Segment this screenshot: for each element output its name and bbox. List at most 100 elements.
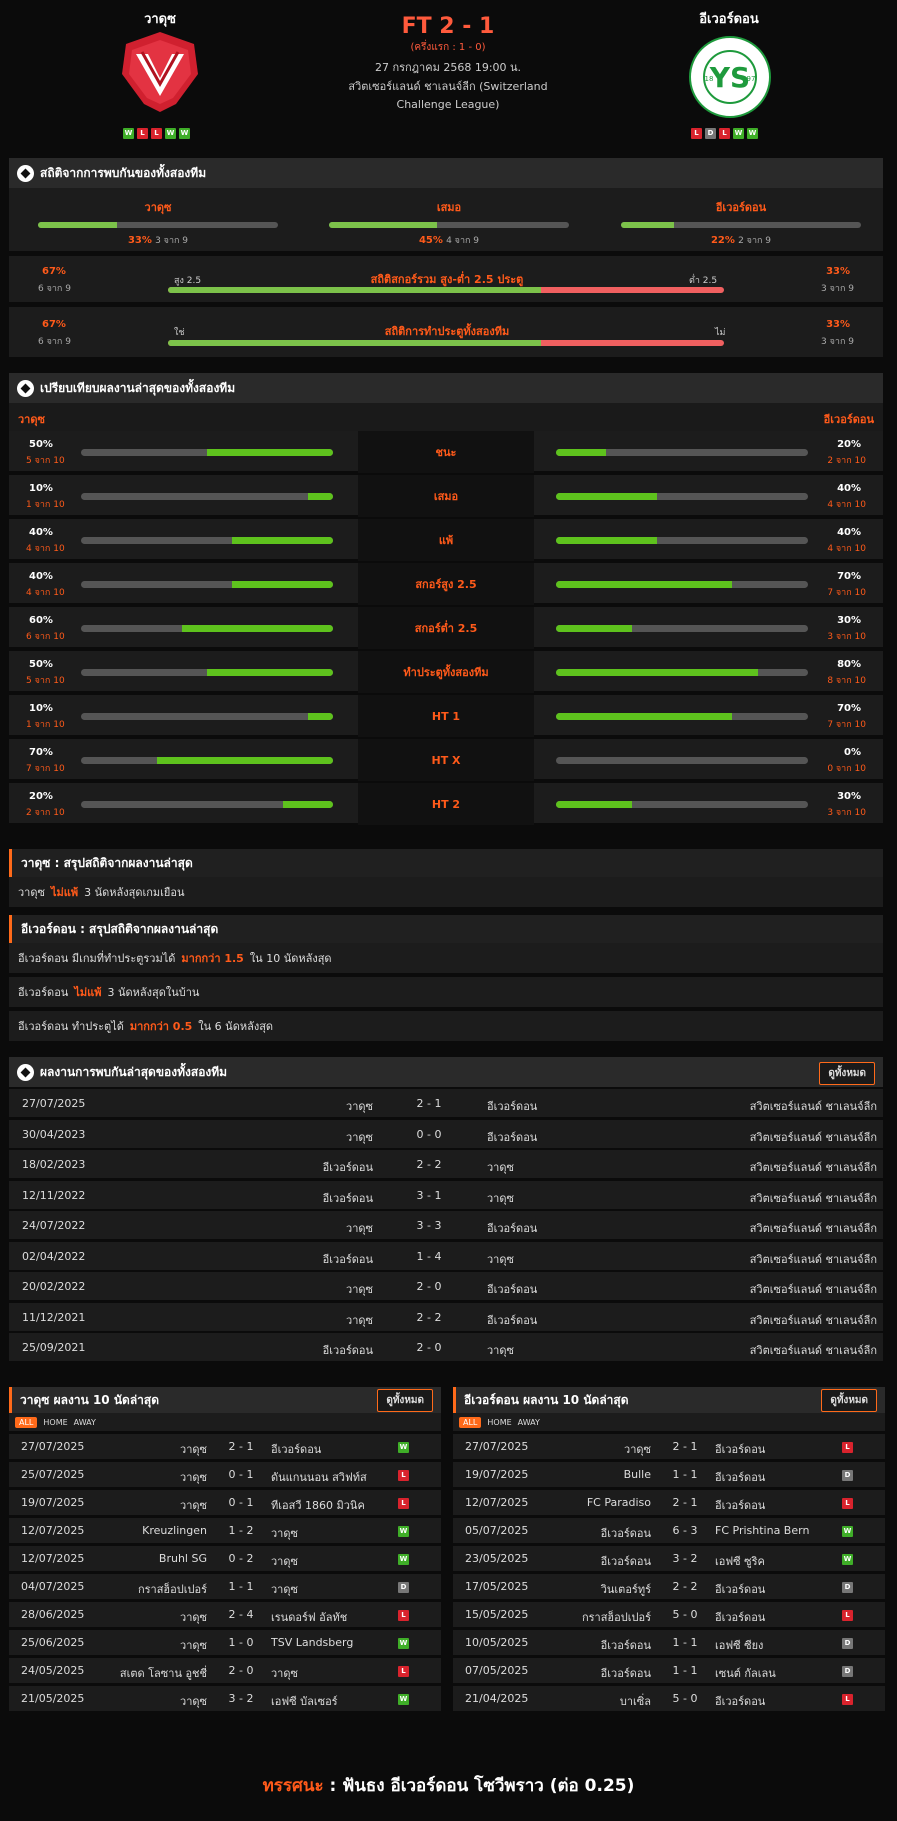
h2h-row[interactable]: 02/04/2022 อีเวอร์ดอน 1 - 4 วาดุซ สวิตเซอร์แ…	[9, 1241, 883, 1270]
result-row[interactable]: 04/07/2025 กราสฮ็อปเปอร์ 1 - 1 วาดุซ D	[9, 1571, 441, 1599]
away-team[interactable]: วาดุซ	[271, 1552, 411, 1570]
result-row[interactable]: 05/07/2025 อีเวอร์ดอน 6 - 3 FC Prishtina Be…	[453, 1515, 885, 1543]
home-team[interactable]: วาดุซ	[109, 1496, 207, 1514]
view-all-button[interactable]: ดูทั้งหมด	[377, 1389, 433, 1412]
h2h-row[interactable]: 24/07/2022 วาดุซ 3 - 3 อีเวอร์ดอน สวิตเซอร์แ…	[9, 1211, 883, 1239]
away-team[interactable]: อีเวอร์ดอน	[715, 1608, 855, 1626]
h2h-row[interactable]: 27/07/2025 วาดุซ 2 - 1 อีเวอร์ดอน สวิตเซอร์แ…	[9, 1089, 883, 1117]
away-team[interactable]: เอฟซี บัลเซอร์	[271, 1692, 411, 1710]
home-summary-line: วาดุซ ไม่แพ้ 3 นัดหลังสุดเกมเยือน	[9, 877, 883, 907]
away-team[interactable]: อีเวอร์ดอน	[271, 1440, 411, 1458]
h2h-row[interactable]: 11/12/2021 วาดุซ 2 - 2 อีเวอร์ดอน สวิตเซอร์แ…	[9, 1302, 883, 1331]
home-team[interactable]: กราสฮ็อปเปอร์	[109, 1580, 207, 1598]
result-row[interactable]: 28/06/2025 วาดุซ 2 - 4 เรนดอร์ฟ อัลทัช L	[9, 1599, 441, 1627]
result-row[interactable]: 10/05/2025 อีเวอร์ดอน 1 - 1 เอฟซี ซียง D	[453, 1627, 885, 1655]
home-team[interactable]: วาดุซ	[553, 1440, 651, 1458]
away-team[interactable]: อีเวอร์ดอน	[715, 1692, 855, 1710]
home-team[interactable]: วาดุซ	[109, 1440, 207, 1458]
league-line-2[interactable]: Challenge League)	[330, 95, 566, 114]
home-team-logo[interactable]	[120, 30, 200, 114]
result-row[interactable]: 21/04/2025 บาเซิ่ล 5 - 0 อีเวอร์ดอน L	[453, 1683, 885, 1711]
home-team[interactable]: วาดุซ	[189, 1097, 373, 1115]
away-team[interactable]: วาดุซ	[271, 1524, 411, 1542]
tab-home[interactable]: HOME	[43, 1418, 67, 1427]
away-team[interactable]: อีเวอร์ดอน	[715, 1440, 855, 1458]
away-team[interactable]: เรนดอร์ฟ อัลทัช	[271, 1608, 411, 1626]
tab-home[interactable]: HOME	[487, 1418, 511, 1427]
home-team[interactable]: วาดุซ	[109, 1636, 207, 1654]
home-team-name[interactable]: วาดุซ	[60, 8, 260, 29]
home-team[interactable]: อีเวอร์ดอน	[189, 1250, 373, 1268]
away-team[interactable]: ดันแกนนอน สวิฟท์ส	[271, 1468, 411, 1486]
away-team[interactable]: เซนต์ กัลเลน	[715, 1664, 855, 1682]
away-team[interactable]: FC Prishtina Bern	[715, 1524, 855, 1537]
result-row[interactable]: 07/05/2025 อีเวอร์ดอน 1 - 1 เซนต์ กัลเลน D	[453, 1655, 885, 1683]
h2h-row[interactable]: 18/02/2023 อีเวอร์ดอน 2 - 2 วาดุซ สวิตเซอร์แ…	[9, 1150, 883, 1178]
home-team[interactable]: วาดุซ	[109, 1692, 207, 1710]
home-team[interactable]: สเตด โลซาน อูชชี่	[109, 1664, 207, 1682]
h2h-row[interactable]: 20/02/2022 วาดุซ 2 - 0 อีเวอร์ดอน สวิตเซอร์แ…	[9, 1272, 883, 1300]
result-row[interactable]: 19/07/2025 วาดุซ 0 - 1 ทีเอสวี 1860 มิวนิค L	[9, 1487, 441, 1515]
away-team-logo[interactable]: YS 18 97	[689, 36, 771, 118]
away-team[interactable]: อีเวอร์ดอน	[715, 1468, 855, 1486]
result-row[interactable]: 25/06/2025 วาดุซ 1 - 0 TSV Landsberg W	[9, 1627, 441, 1655]
result-row[interactable]: 21/05/2025 วาดุซ 3 - 2 เอฟซี บัลเซอร์ W	[9, 1683, 441, 1711]
result-row[interactable]: 24/05/2025 สเตด โลซาน อูชชี่ 2 - 0 วาดุซ L	[9, 1655, 441, 1683]
away-team[interactable]: อีเวอร์ดอน	[715, 1496, 855, 1514]
away-team[interactable]: TSV Landsberg	[271, 1636, 411, 1649]
home-team[interactable]: Bruhl SG	[109, 1552, 207, 1565]
home-team[interactable]: วาดุซ	[189, 1311, 373, 1329]
home-team[interactable]: Bulle	[553, 1468, 651, 1481]
result-row[interactable]: 12/07/2025 Bruhl SG 0 - 2 วาดุซ W	[9, 1543, 441, 1571]
away-team[interactable]: วาดุซ	[271, 1664, 411, 1682]
tab-away[interactable]: AWAY	[74, 1418, 96, 1427]
home-team[interactable]: อีเวอร์ดอน	[553, 1524, 651, 1542]
home-team[interactable]: อีเวอร์ดอน	[553, 1636, 651, 1654]
home-team[interactable]: วาดุซ	[189, 1219, 373, 1237]
h2h-row[interactable]: 25/09/2021 อีเวอร์ดอน 2 - 0 วาดุซ สวิตเซอร์แ…	[9, 1333, 883, 1361]
ou-right-pct: 33%	[826, 266, 850, 277]
home-team[interactable]: วาดุซ	[189, 1280, 373, 1298]
league-line-1[interactable]: สวิตเซอร์แลนด์ ชาเลนจ์ลีก (Switzerland	[330, 77, 566, 96]
result-row[interactable]: 12/07/2025 FC Paradiso 2 - 1 อีเวอร์ดอน L	[453, 1487, 885, 1515]
compare-home-bar-fill	[207, 449, 333, 456]
result-row[interactable]: 27/07/2025 วาดุซ 2 - 1 อีเวอร์ดอน L	[453, 1431, 885, 1459]
compare-away-bar	[556, 493, 808, 500]
h2h-row[interactable]: 30/04/2023 วาดุซ 0 - 0 อีเวอร์ดอน สวิตเซอร์แ…	[9, 1119, 883, 1148]
view-all-button[interactable]: ดูทั้งหมด	[819, 1062, 875, 1085]
result-row[interactable]: 15/05/2025 กราสฮ็อปเปอร์ 5 - 0 อีเวอร์ดอน L	[453, 1599, 885, 1627]
view-all-button[interactable]: ดูทั้งหมด	[821, 1389, 877, 1412]
away-team[interactable]: ทีเอสวี 1860 มิวนิค	[271, 1496, 411, 1514]
tab-away[interactable]: AWAY	[518, 1418, 540, 1427]
tab-all[interactable]: ALL	[15, 1416, 38, 1428]
result-row[interactable]: 25/07/2025 วาดุซ 0 - 1 ดันแกนนอน สวิฟท์ส L	[9, 1459, 441, 1487]
home-team[interactable]: อีเวอร์ดอน	[553, 1664, 651, 1682]
away-team[interactable]: เอฟซี ซูริค	[715, 1552, 855, 1570]
home-team[interactable]: วาดุซ	[109, 1468, 207, 1486]
result-row[interactable]: 27/07/2025 วาดุซ 2 - 1 อีเวอร์ดอน W	[9, 1431, 441, 1459]
away-team[interactable]: อีเวอร์ดอน	[715, 1580, 855, 1598]
home-team[interactable]: วินเตอร์ทูร์	[553, 1580, 651, 1598]
result-row[interactable]: 23/05/2025 อีเวอร์ดอน 3 - 2 เอฟซี ซูริค W	[453, 1543, 885, 1571]
result-row[interactable]: 17/05/2025 วินเตอร์ทูร์ 2 - 2 อีเวอร์ดอน D	[453, 1571, 885, 1599]
away-team-name[interactable]: อีเวอร์ดอน	[629, 8, 829, 29]
verdict: ทรรศนะ : ฟันธง อีเวอร์ดอน โซวีพราว (ต่อ …	[0, 1772, 897, 1799]
compare-row: 20% 2 จาก 10 HT 2 30% 3 จาก 10	[9, 783, 883, 825]
home-team[interactable]: FC Paradiso	[553, 1496, 651, 1509]
home-team[interactable]: Kreuzlingen	[109, 1524, 207, 1537]
result-row[interactable]: 12/07/2025 Kreuzlingen 1 - 2 วาดุซ W	[9, 1515, 441, 1543]
home-team[interactable]: วาดุซ	[189, 1128, 373, 1146]
compare-label: สกอร์สูง 2.5	[358, 563, 534, 605]
h2h-row[interactable]: 12/11/2022 อีเวอร์ดอน 3 - 1 วาดุซ สวิตเซอร์แ…	[9, 1180, 883, 1209]
home-team[interactable]: อีเวอร์ดอน	[553, 1552, 651, 1570]
tab-all[interactable]: ALL	[459, 1416, 482, 1428]
away-team[interactable]: เอฟซี ซียง	[715, 1636, 855, 1654]
result-row[interactable]: 19/07/2025 Bulle 1 - 1 อีเวอร์ดอน D	[453, 1459, 885, 1487]
home-team[interactable]: วาดุซ	[109, 1608, 207, 1626]
home-team[interactable]: อีเวอร์ดอน	[189, 1158, 373, 1176]
home-team[interactable]: อีเวอร์ดอน	[189, 1189, 373, 1207]
home-team[interactable]: อีเวอร์ดอน	[189, 1341, 373, 1359]
away-team[interactable]: วาดุซ	[271, 1580, 411, 1598]
home-team[interactable]: บาเซิ่ล	[553, 1692, 651, 1710]
home-team[interactable]: กราสฮ็อปเปอร์	[553, 1608, 651, 1626]
